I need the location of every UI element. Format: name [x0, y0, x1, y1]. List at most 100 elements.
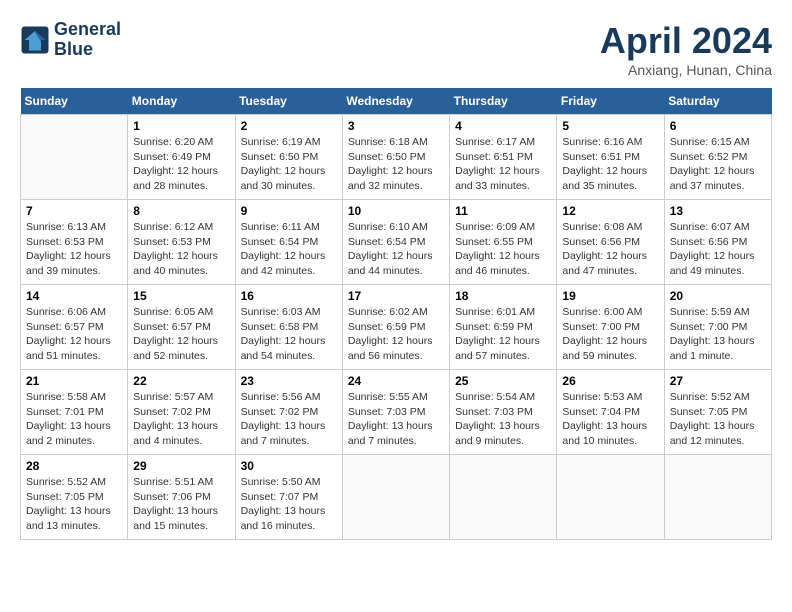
day-info: Sunrise: 6:18 AM Sunset: 6:50 PM Dayligh…: [348, 135, 444, 194]
calendar-cell: 27 Sunrise: 5:52 AM Sunset: 7:05 PM Dayli…: [664, 370, 771, 455]
day-number: 3: [348, 119, 444, 133]
day-info: Sunrise: 5:50 AM Sunset: 7:07 PM Dayligh…: [241, 475, 337, 534]
calendar-cell: 16 Sunrise: 6:03 AM Sunset: 6:58 PM Dayli…: [235, 285, 342, 370]
day-info: Sunrise: 6:08 AM Sunset: 6:56 PM Dayligh…: [562, 220, 658, 279]
title-block: April 2024 Anxiang, Hunan, China: [600, 20, 772, 78]
logo: General Blue: [20, 20, 121, 60]
day-info: Sunrise: 5:53 AM Sunset: 7:04 PM Dayligh…: [562, 390, 658, 449]
weekday-header-monday: Monday: [128, 88, 235, 115]
calendar-cell: 2 Sunrise: 6:19 AM Sunset: 6:50 PM Daylig…: [235, 115, 342, 200]
calendar-week-3: 14Sunrise: 6:06 AM Sunset: 6:57 PM Dayli…: [21, 285, 772, 370]
weekday-header-tuesday: Tuesday: [235, 88, 342, 115]
day-info: Sunrise: 6:02 AM Sunset: 6:59 PM Dayligh…: [348, 305, 444, 364]
calendar-cell: [664, 455, 771, 540]
day-number: 14: [26, 289, 122, 303]
calendar-cell: 19Sunrise: 6:00 AM Sunset: 7:00 PM Dayli…: [557, 285, 664, 370]
calendar-cell: 13Sunrise: 6:07 AM Sunset: 6:56 PM Dayli…: [664, 200, 771, 285]
day-info: Sunrise: 6:16 AM Sunset: 6:51 PM Dayligh…: [562, 135, 658, 194]
calendar-cell: 29 Sunrise: 5:51 AM Sunset: 7:06 PM Dayli…: [128, 455, 235, 540]
day-number: 18: [455, 289, 551, 303]
day-number: 27: [670, 374, 766, 388]
day-number: 8: [133, 204, 229, 218]
day-number: 15: [133, 289, 229, 303]
day-info: Sunrise: 5:59 AM Sunset: 7:00 PM Dayligh…: [670, 305, 766, 364]
day-number: 16: [241, 289, 337, 303]
calendar-cell: 3 Sunrise: 6:18 AM Sunset: 6:50 PM Daylig…: [342, 115, 449, 200]
day-info: Sunrise: 5:52 AM Sunset: 7:05 PM Dayligh…: [670, 390, 766, 449]
day-number: 7: [26, 204, 122, 218]
calendar-cell: [21, 115, 128, 200]
calendar-cell: [557, 455, 664, 540]
calendar-cell: 14Sunrise: 6:06 AM Sunset: 6:57 PM Dayli…: [21, 285, 128, 370]
day-number: 28: [26, 459, 122, 473]
calendar-cell: 1Sunrise: 6:20 AM Sunset: 6:49 PM Daylig…: [128, 115, 235, 200]
calendar-cell: 24 Sunrise: 5:55 AM Sunset: 7:03 PM Dayli…: [342, 370, 449, 455]
calendar-cell: 4 Sunrise: 6:17 AM Sunset: 6:51 PM Daylig…: [450, 115, 557, 200]
logo-icon: [20, 25, 50, 55]
logo-line2: Blue: [54, 39, 93, 59]
calendar-cell: [342, 455, 449, 540]
day-info: Sunrise: 5:54 AM Sunset: 7:03 PM Dayligh…: [455, 390, 551, 449]
day-number: 2: [241, 119, 337, 133]
calendar-cell: 10 Sunrise: 6:10 AM Sunset: 6:54 PM Dayli…: [342, 200, 449, 285]
calendar-cell: 17 Sunrise: 6:02 AM Sunset: 6:59 PM Dayli…: [342, 285, 449, 370]
day-number: 24: [348, 374, 444, 388]
calendar-cell: 5 Sunrise: 6:16 AM Sunset: 6:51 PM Daylig…: [557, 115, 664, 200]
day-info: Sunrise: 6:01 AM Sunset: 6:59 PM Dayligh…: [455, 305, 551, 364]
calendar-cell: 8 Sunrise: 6:12 AM Sunset: 6:53 PM Daylig…: [128, 200, 235, 285]
day-info: Sunrise: 5:51 AM Sunset: 7:06 PM Dayligh…: [133, 475, 229, 534]
calendar-week-4: 21 Sunrise: 5:58 AM Sunset: 7:01 PM Dayli…: [21, 370, 772, 455]
day-info: Sunrise: 6:12 AM Sunset: 6:53 PM Dayligh…: [133, 220, 229, 279]
location: Anxiang, Hunan, China: [600, 62, 772, 78]
calendar-cell: [450, 455, 557, 540]
calendar-cell: 28Sunrise: 5:52 AM Sunset: 7:05 PM Dayli…: [21, 455, 128, 540]
calendar-cell: 20 Sunrise: 5:59 AM Sunset: 7:00 PM Dayli…: [664, 285, 771, 370]
day-info: Sunrise: 6:10 AM Sunset: 6:54 PM Dayligh…: [348, 220, 444, 279]
logo-line1: General: [54, 19, 121, 39]
weekday-header-sunday: Sunday: [21, 88, 128, 115]
day-info: Sunrise: 6:03 AM Sunset: 6:58 PM Dayligh…: [241, 305, 337, 364]
day-info: Sunrise: 6:11 AM Sunset: 6:54 PM Dayligh…: [241, 220, 337, 279]
day-number: 26: [562, 374, 658, 388]
calendar-cell: 23 Sunrise: 5:56 AM Sunset: 7:02 PM Dayli…: [235, 370, 342, 455]
day-info: Sunrise: 5:58 AM Sunset: 7:01 PM Dayligh…: [26, 390, 122, 449]
calendar-cell: 18 Sunrise: 6:01 AM Sunset: 6:59 PM Dayli…: [450, 285, 557, 370]
month-year: April 2024: [600, 20, 772, 62]
calendar-week-1: 1Sunrise: 6:20 AM Sunset: 6:49 PM Daylig…: [21, 115, 772, 200]
day-number: 23: [241, 374, 337, 388]
day-info: Sunrise: 6:05 AM Sunset: 6:57 PM Dayligh…: [133, 305, 229, 364]
day-number: 21: [26, 374, 122, 388]
calendar-cell: 22 Sunrise: 5:57 AM Sunset: 7:02 PM Dayli…: [128, 370, 235, 455]
day-info: Sunrise: 6:07 AM Sunset: 6:56 PM Dayligh…: [670, 220, 766, 279]
calendar-table: SundayMondayTuesdayWednesdayThursdayFrid…: [20, 88, 772, 540]
calendar-cell: 7Sunrise: 6:13 AM Sunset: 6:53 PM Daylig…: [21, 200, 128, 285]
day-info: Sunrise: 6:09 AM Sunset: 6:55 PM Dayligh…: [455, 220, 551, 279]
day-number: 19: [562, 289, 658, 303]
day-number: 17: [348, 289, 444, 303]
day-number: 22: [133, 374, 229, 388]
day-number: 11: [455, 204, 551, 218]
calendar-week-5: 28Sunrise: 5:52 AM Sunset: 7:05 PM Dayli…: [21, 455, 772, 540]
day-number: 5: [562, 119, 658, 133]
day-number: 10: [348, 204, 444, 218]
calendar-week-2: 7Sunrise: 6:13 AM Sunset: 6:53 PM Daylig…: [21, 200, 772, 285]
day-number: 29: [133, 459, 229, 473]
day-info: Sunrise: 5:56 AM Sunset: 7:02 PM Dayligh…: [241, 390, 337, 449]
calendar-cell: 21 Sunrise: 5:58 AM Sunset: 7:01 PM Dayli…: [21, 370, 128, 455]
day-info: Sunrise: 6:19 AM Sunset: 6:50 PM Dayligh…: [241, 135, 337, 194]
calendar-cell: 30 Sunrise: 5:50 AM Sunset: 7:07 PM Dayli…: [235, 455, 342, 540]
day-info: Sunrise: 5:55 AM Sunset: 7:03 PM Dayligh…: [348, 390, 444, 449]
day-info: Sunrise: 5:57 AM Sunset: 7:02 PM Dayligh…: [133, 390, 229, 449]
calendar-cell: 15 Sunrise: 6:05 AM Sunset: 6:57 PM Dayli…: [128, 285, 235, 370]
day-number: 20: [670, 289, 766, 303]
calendar-cell: 12 Sunrise: 6:08 AM Sunset: 6:56 PM Dayli…: [557, 200, 664, 285]
day-number: 9: [241, 204, 337, 218]
calendar-cell: 6Sunrise: 6:15 AM Sunset: 6:52 PM Daylig…: [664, 115, 771, 200]
day-number: 12: [562, 204, 658, 218]
weekday-header-saturday: Saturday: [664, 88, 771, 115]
weekday-header-wednesday: Wednesday: [342, 88, 449, 115]
day-number: 30: [241, 459, 337, 473]
weekday-header-thursday: Thursday: [450, 88, 557, 115]
day-number: 4: [455, 119, 551, 133]
day-info: Sunrise: 6:17 AM Sunset: 6:51 PM Dayligh…: [455, 135, 551, 194]
